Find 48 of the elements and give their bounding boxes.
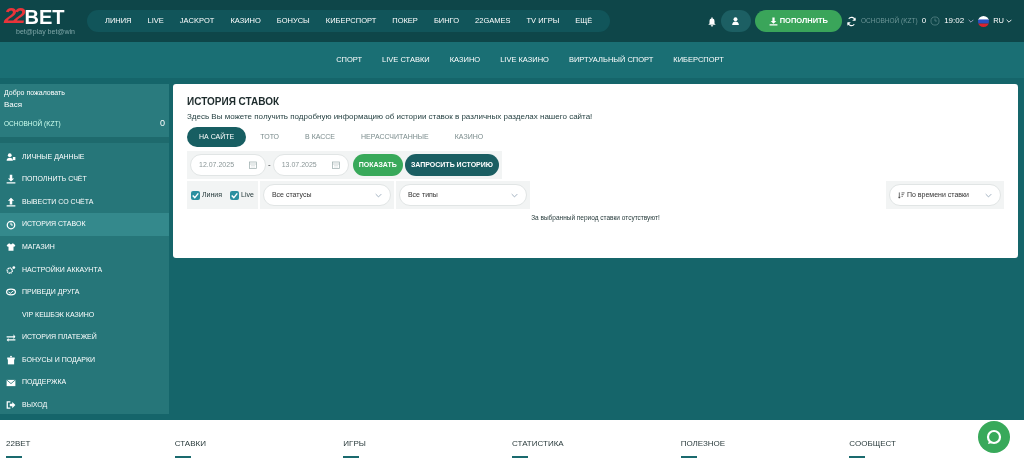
upload-icon — [6, 197, 16, 207]
exit-icon — [6, 400, 16, 411]
caret-icon — [1006, 19, 1012, 23]
heading-underline — [680, 456, 697, 458]
footer-heading: СТАТИСТИКА — [512, 438, 565, 450]
account-amount: 0 — [160, 116, 165, 130]
calendar-icon — [249, 161, 257, 169]
checkbox[interactable] — [191, 190, 200, 200]
heading-underline — [849, 456, 866, 458]
footer-heading: СООБЩЕСТ — [849, 438, 897, 450]
profile-button[interactable] — [720, 10, 751, 32]
chevron-icon — [985, 192, 992, 198]
balance-amount: 0 — [921, 15, 927, 27]
user-name: Вася — [4, 98, 24, 111]
heading-underline — [512, 456, 528, 458]
page-description: Здесь Вы можете получить подробную информацию об истории ставок в различных разделах нашего сайта! — [187, 111, 594, 123]
check-icon — [231, 191, 239, 199]
heading-underline — [174, 456, 191, 458]
chevron-icon — [510, 192, 518, 198]
heading-underline — [343, 456, 360, 458]
footer-heading: 22BET — [6, 438, 32, 450]
gift-icon — [6, 355, 16, 366]
footer-heading: СТАВКИ — [174, 438, 207, 450]
heading-underline — [6, 456, 22, 458]
sort-icon — [898, 191, 905, 199]
download-icon — [768, 16, 778, 26]
footer-heading: ПОЛЕЗНОЕ — [680, 438, 727, 450]
time-text: 19:02 — [944, 15, 965, 27]
footer-heading: ИГРЫ — [343, 438, 367, 450]
check-icon — [192, 191, 199, 199]
bell-icon — [706, 15, 717, 27]
chevron-icon — [374, 192, 382, 198]
logo-digits: 22 — [4, 4, 23, 27]
date-separator: - — [268, 159, 271, 171]
flag-icon — [978, 15, 990, 27]
shirt-icon — [6, 242, 16, 253]
calendar-icon — [331, 161, 340, 169]
download-icon — [6, 174, 16, 185]
caret-icon — [968, 19, 975, 23]
page-title: ИСТОРИЯ СТАВОК — [187, 95, 281, 109]
user-icon — [731, 16, 741, 26]
gear-icon — [6, 264, 16, 275]
envelope-icon — [6, 377, 16, 388]
chat-icon — [986, 429, 1002, 445]
checkbox[interactable] — [230, 190, 240, 200]
refresh-icon — [846, 15, 857, 27]
logo-text: BET — [24, 6, 65, 27]
user-icon — [6, 151, 16, 162]
